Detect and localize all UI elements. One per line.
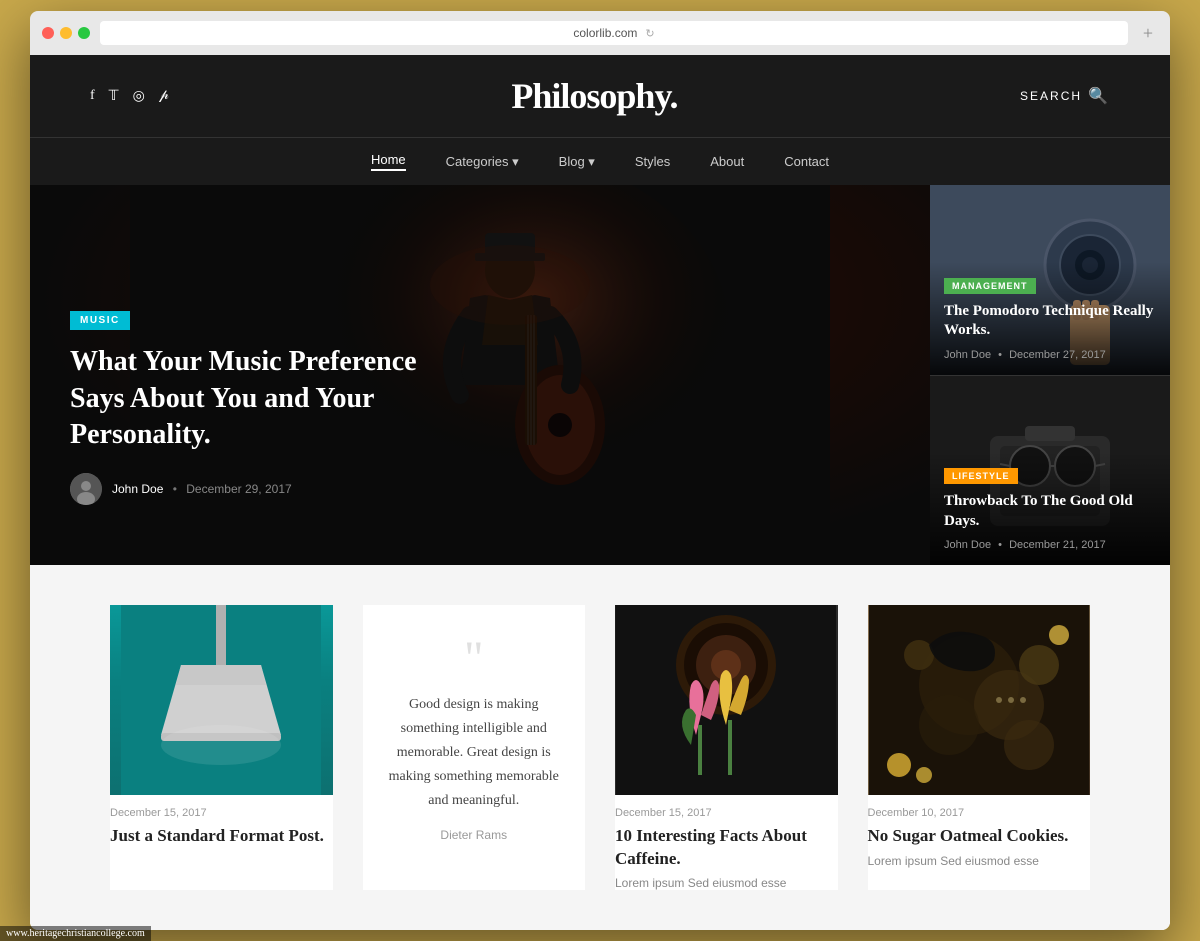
hero-overlay: MUSIC What Your Music Preference Says Ab… (70, 310, 890, 505)
site-header: f 𝕋 ◎ 𝓅 Philosophy. SEARCH 🔍 (30, 55, 1170, 137)
side-card-1-meta: John Doe • December 27, 2017 (944, 349, 1156, 361)
pinterest-icon[interactable]: 𝓅 (159, 88, 169, 105)
side-card-lifestyle[interactable]: LIFESTYLE Throwback To The Good Old Days… (930, 376, 1170, 566)
post-3-excerpt: Lorem ipsum Sed eiusmod esse (615, 876, 838, 890)
author-info: John Doe • December 29, 2017 (112, 482, 292, 496)
instagram-icon[interactable]: ◎ (133, 88, 145, 105)
side-badge-1: MANAGEMENT (944, 278, 1036, 294)
website-content: f 𝕋 ◎ 𝓅 Philosophy. SEARCH 🔍 Home Catego… (30, 55, 1170, 929)
post-3-info: December 15, 2017 10 Interesting Facts A… (615, 795, 838, 889)
post-4-title: No Sugar Oatmeal Cookies. (868, 825, 1091, 847)
status-bar-url: www.heritagechristiancollege.com (0, 926, 151, 941)
post-card-lamp[interactable]: December 15, 2017 Just a Standard Format… (110, 605, 333, 889)
new-tab-button[interactable]: + (1138, 23, 1158, 43)
side-card-1-title: The Pomodoro Technique Really Works. (944, 302, 1156, 341)
quote-card: " Good design is making something intell… (363, 605, 586, 872)
url-text: colorlib.com (573, 26, 637, 40)
post-1-date: December 15, 2017 (110, 795, 333, 825)
nav-item-about[interactable]: About (710, 152, 744, 171)
side-card-2-title: Throwback To The Good Old Days. (944, 492, 1156, 531)
nav-item-contact[interactable]: Contact (784, 152, 829, 171)
address-bar[interactable]: colorlib.com ↻ (100, 21, 1128, 45)
nav-item-blog[interactable]: Blog ▾ (559, 152, 595, 171)
quote-mark: " (464, 635, 484, 683)
side-card-2-meta: John Doe • December 21, 2017 (944, 539, 1156, 551)
hero-author: John Doe • December 29, 2017 (70, 473, 890, 505)
post-4-info: December 10, 2017 No Sugar Oatmeal Cooki… (868, 795, 1091, 867)
post-image-lamp (110, 605, 333, 795)
quote-author: Dieter Rams (440, 828, 507, 842)
post-4-date: December 10, 2017 (868, 795, 1091, 825)
post-card-quote[interactable]: " Good design is making something intell… (363, 605, 586, 889)
post-3-date: December 15, 2017 (615, 795, 838, 825)
nav-item-home[interactable]: Home (371, 152, 406, 171)
nav-item-styles[interactable]: Styles (635, 152, 670, 171)
social-icons: f 𝕋 ◎ 𝓅 (90, 88, 169, 105)
side-badge-2: LIFESTYLE (944, 468, 1018, 484)
quote-text: Good design is making something intellig… (383, 693, 566, 812)
music-badge: MUSIC (70, 311, 130, 330)
post-card-coffee[interactable]: December 15, 2017 10 Interesting Facts A… (615, 605, 838, 889)
author-avatar (70, 473, 102, 505)
facebook-icon[interactable]: f (90, 88, 95, 105)
site-title: Philosophy. (511, 75, 677, 117)
site-navigation: Home Categories ▾ Blog ▾ Styles About Co… (30, 137, 1170, 185)
minimize-button[interactable] (60, 27, 72, 39)
post-1-title: Just a Standard Format Post. (110, 825, 333, 847)
post-1-meta: December 15, 2017 Just a Standard Format… (110, 795, 333, 847)
side-card-1-overlay: MANAGEMENT The Pomodoro Technique Really… (930, 262, 1170, 375)
hero-main-article[interactable]: MUSIC What Your Music Preference Says Ab… (30, 185, 930, 565)
hero-side-cards: MANAGEMENT The Pomodoro Technique Really… (930, 185, 1170, 565)
post-3-title: 10 Interesting Facts About Caffeine. (615, 825, 838, 869)
post-card-food[interactable]: December 10, 2017 No Sugar Oatmeal Cooki… (868, 605, 1091, 889)
side-card-management[interactable]: MANAGEMENT The Pomodoro Technique Really… (930, 185, 1170, 375)
post-image-food (868, 605, 1091, 795)
close-button[interactable] (42, 27, 54, 39)
twitter-icon[interactable]: 𝕋 (109, 88, 119, 105)
search-area[interactable]: SEARCH 🔍 (1020, 86, 1110, 106)
search-label: SEARCH (1020, 89, 1082, 103)
hero-date: December 29, 2017 (186, 482, 291, 496)
browser-chrome: colorlib.com ↻ + (30, 11, 1170, 55)
hero-section: MUSIC What Your Music Preference Says Ab… (30, 185, 1170, 565)
posts-grid: December 15, 2017 Just a Standard Format… (110, 605, 1090, 889)
post-4-excerpt: Lorem ipsum Sed eiusmod esse (868, 854, 1091, 868)
hero-title: What Your Music Preference Says About Yo… (70, 344, 450, 453)
author-name: John Doe (112, 482, 163, 496)
search-icon[interactable]: 🔍 (1088, 86, 1110, 106)
maximize-button[interactable] (78, 27, 90, 39)
browser-window: colorlib.com ↻ + f 𝕋 ◎ 𝓅 Philosophy. SEA… (30, 11, 1170, 929)
browser-dots (42, 27, 90, 39)
post-image-coffee (615, 605, 838, 795)
bottom-section: December 15, 2017 Just a Standard Format… (30, 565, 1170, 929)
nav-item-categories[interactable]: Categories ▾ (446, 152, 519, 171)
side-card-2-overlay: LIFESTYLE Throwback To The Good Old Days… (930, 452, 1170, 565)
